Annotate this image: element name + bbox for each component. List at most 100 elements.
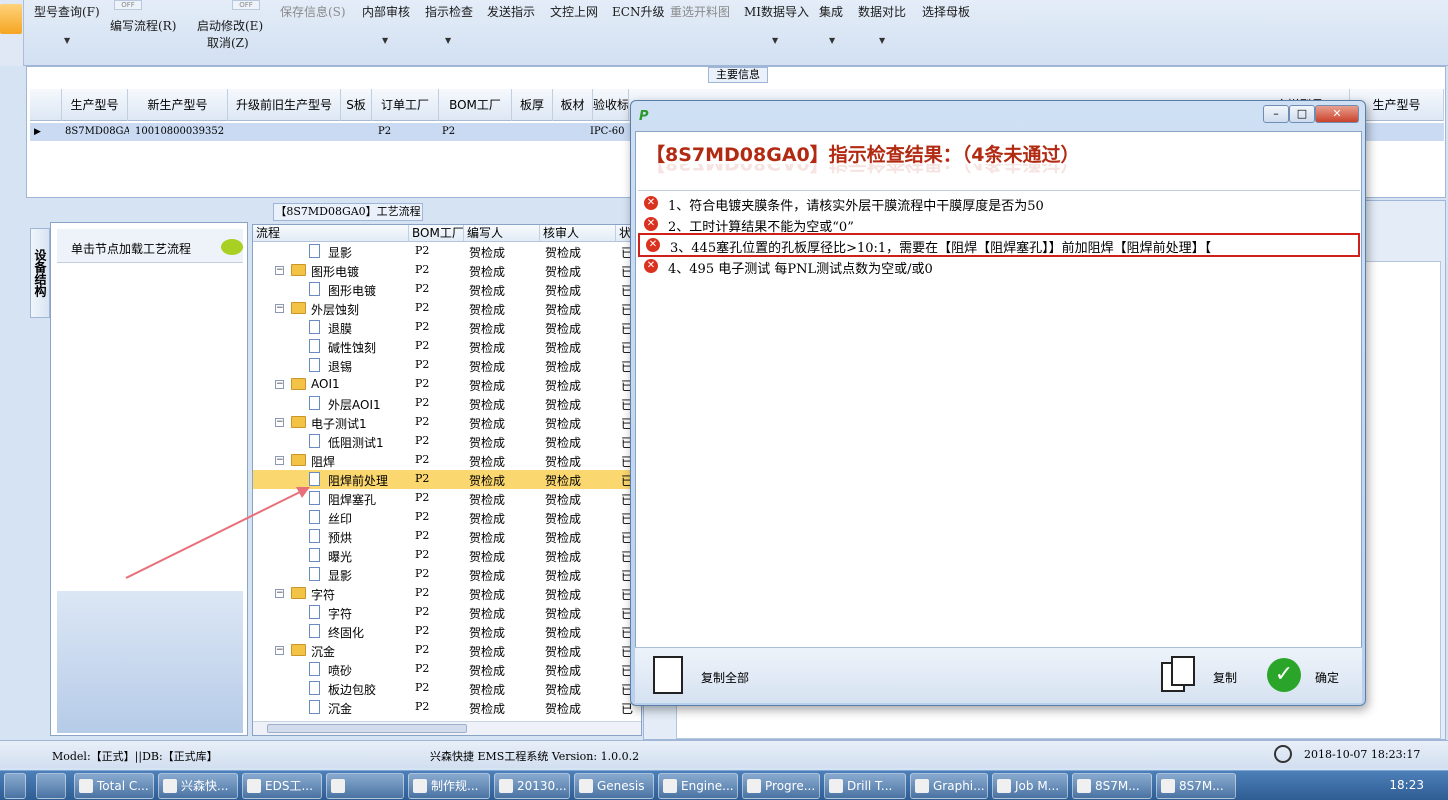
collapse-icon[interactable]: − [275,456,284,465]
tree-row[interactable]: − 外层蚀刻 P2 贺检成 贺检成已 [253,299,641,318]
copy-all-button[interactable]: 复制全部 [653,656,763,696]
toolbar-query-button[interactable]: 型号查询(F) [34,3,100,20]
column-header[interactable]: BOM工厂 [409,225,464,242]
copy-button[interactable]: 复制 [1157,656,1239,696]
toolbar-integrate-button[interactable]: 集成 [819,3,843,20]
tree-row[interactable]: 板边包胶 P2 贺检成 贺检成已 [253,679,641,698]
taskbar-item[interactable]: Job M... [992,773,1068,799]
chevron-down-icon[interactable]: ▼ [64,36,70,45]
taskbar-item[interactable]: EDS工... [242,773,322,799]
collapse-icon[interactable]: − [275,266,284,275]
collapse-icon[interactable]: − [275,646,284,655]
toolbar-compare-button[interactable]: 数据对比 [858,3,906,20]
start-button[interactable] [4,773,26,799]
tree-row[interactable]: − 字符 P2 贺检成 贺检成已 [253,584,641,603]
toolbar-write-flow-button[interactable]: 编写流程(R) [110,17,176,34]
tree-row[interactable]: 终固化 P2 贺检成 贺检成已 [253,622,641,641]
taskbar-item[interactable]: 20130... [494,773,570,799]
taskbar-item[interactable]: Genesis [574,773,654,799]
collapse-icon[interactable]: − [275,589,284,598]
toolbar-save-button[interactable]: 保存信息(S) [280,3,346,20]
collapse-icon[interactable]: − [275,418,284,427]
tree-row[interactable]: − 阻焊 P2 贺检成 贺检成已 [253,451,641,470]
tree-row[interactable]: 曝光 P2 贺检成 贺检成已 [253,546,641,565]
message-item[interactable]: ✕ 3、445塞孔位置的孔板厚径比>10:1，需要在【阻焊【阻焊塞孔】】前加阻焊【… [638,233,1360,257]
message-list[interactable]: ✕ 1、符合电镀夹膜条件，请核实外层干膜流程中干膜厚度是否为50 ✕ 2、工时计算结果… [638,190,1360,646]
taskbar-item[interactable]: 制作规... [408,773,490,799]
column-header[interactable]: 订单工厂 [372,89,439,121]
toolbar-publish-button[interactable]: 文控上网 [550,3,598,20]
column-header[interactable]: BOM工厂 [439,89,512,121]
toolbar-check-button[interactable]: 指示检查 [425,3,473,20]
off-toggle-1[interactable]: OFF [114,0,142,10]
tree-row[interactable]: 外层AOI1 P2 贺检成 贺检成已 [253,394,641,413]
toolbar-reselect-button[interactable]: 重选开料图 [670,3,730,20]
tree-row[interactable]: 阻焊前处理 P2 贺检成 贺检成已 [253,470,641,489]
taskbar-item[interactable]: Engine... [658,773,738,799]
taskbar-item[interactable]: 8S7M... [1156,773,1236,799]
chevron-down-icon[interactable]: ▼ [879,36,885,45]
taskbar-item[interactable]: Progre... [742,773,820,799]
column-header[interactable]: S板 [341,89,372,121]
column-header[interactable]: 板材 [553,89,593,121]
toolbar-internal-review-button[interactable]: 内部审核 [362,3,410,20]
toolbar-send-button[interactable]: 发送指示 [487,3,535,20]
message-item[interactable]: ✕ 1、符合电镀夹膜条件，请核实外层干膜流程中干膜厚度是否为50 [638,193,1360,214]
message-item[interactable]: ✕ 2、工时计算结果不能为空或“0” [638,214,1360,235]
toolbar-ecn-button[interactable]: ECN升级 [612,3,664,20]
tree-row[interactable]: 丝印 P2 贺检成 贺检成已 [253,508,641,527]
process-tree[interactable]: 流程 BOM工厂 编写人 核审人 状 显影 P2 贺检成 贺检成已 − 图形电镀 P2 贺检成… [252,224,642,736]
column-header[interactable]: 生产型号 [62,89,128,121]
tree-row[interactable]: 退锡 P2 贺检成 贺检成已 [253,356,641,375]
tree-row[interactable]: 字符 P2 贺检成 贺检成已 [253,603,641,622]
tree-row[interactable]: 预烘 P2 贺检成 贺检成已 [253,527,641,546]
column-header[interactable]: 新生产型号 [128,89,228,121]
maximize-button[interactable]: □ [1289,105,1315,123]
column-header[interactable]: 核审人 [540,225,616,242]
tree-row[interactable]: 碱性蚀刻 P2 贺检成 贺检成已 [253,337,641,356]
taskbar-item[interactable]: Drill T... [824,773,906,799]
off-toggle-2[interactable]: OFF [232,0,260,10]
tab-equipment-structure[interactable]: 设备结构 [30,228,50,318]
close-button[interactable]: ✕ [1315,105,1359,123]
toolbar-cancel-button[interactable]: 取消(Z) [207,34,249,51]
tree-row[interactable]: 阻焊塞孔 P2 贺检成 贺检成已 [253,489,641,508]
tree-row[interactable]: 低阻测试1 P2 贺检成 贺检成已 [253,432,641,451]
message-item[interactable]: ✕ 4、495 电子测试 每PNL测试点数为空或/或0 [638,256,1360,277]
chevron-down-icon[interactable]: ▼ [772,36,778,45]
collapse-icon[interactable]: − [275,304,284,313]
tree-row[interactable]: 沉金 P2 贺检成 贺检成已 [253,698,641,717]
taskbar-item[interactable]: 兴森快... [158,773,238,799]
tree-row[interactable]: 显影 P2 贺检成 贺检成已 [253,242,641,261]
taskbar-item[interactable]: Total C... [74,773,154,799]
tree-row[interactable]: − 图形电镀 P2 贺检成 贺检成已 [253,261,641,280]
column-header[interactable]: 验收标准 [593,89,629,121]
orange-tab[interactable] [0,4,22,34]
column-header[interactable]: 流程 [253,225,409,242]
ok-button[interactable]: ✓ 确定 [1267,656,1357,696]
taskbar-item[interactable] [326,773,404,799]
column-header[interactable]: 板厚 [512,89,553,121]
tree-row[interactable]: 图形电镀 P2 贺检成 贺检成已 [253,280,641,299]
quicklaunch-icon[interactable] [36,773,66,799]
tray-clock[interactable]: 18:23 [1389,778,1424,792]
minimize-button[interactable]: – [1263,105,1289,123]
tree-row[interactable]: 喷砂 P2 贺检成 贺检成已 [253,660,641,679]
taskbar-item[interactable]: Graphi... [910,773,988,799]
taskbar-item[interactable]: 8S7M... [1072,773,1152,799]
toolbar-start-edit-button[interactable]: 启动修改(E) [197,17,263,34]
tree-row[interactable]: 退膜 P2 贺检成 贺检成已 [253,318,641,337]
chevron-down-icon[interactable]: ▼ [445,36,451,45]
tree-row[interactable]: − AOI1 P2 贺检成 贺检成已 [253,375,641,394]
tree-row[interactable]: 显影 P2 贺检成 贺检成已 [253,565,641,584]
toolbar-mi-import-button[interactable]: MI数据导入 [744,3,809,20]
chevron-down-icon[interactable]: ▼ [382,36,388,45]
column-header[interactable]: 编写人 [464,225,540,242]
scrollbar-thumb[interactable] [267,724,467,733]
collapse-icon[interactable]: − [275,380,284,389]
tree-row[interactable]: − 电子测试1 P2 贺检成 贺检成已 [253,413,641,432]
horizontal-scrollbar[interactable] [253,721,641,735]
column-header[interactable]: 升级前旧生产型号 [228,89,341,121]
tree-row[interactable]: − 沉金 P2 贺检成 贺检成已 [253,641,641,660]
toolbar-select-mother-board-button[interactable]: 选择母板 [922,3,970,20]
